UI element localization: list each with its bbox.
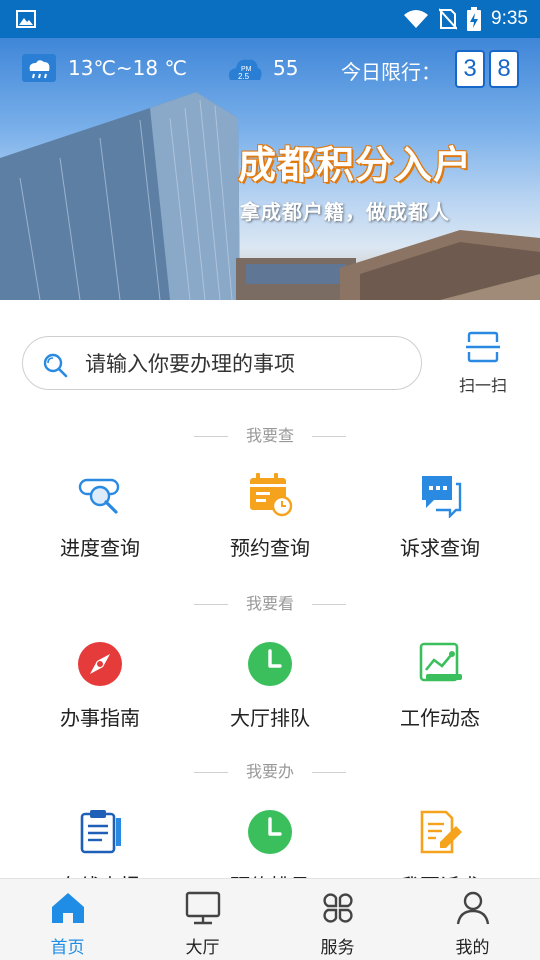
pm-label-bottom: 2.5 bbox=[238, 72, 250, 81]
grid-item-label: 进度查询 bbox=[60, 536, 140, 560]
appointment-calendar-icon bbox=[250, 473, 293, 517]
nav-hall[interactable]: 大厅 bbox=[135, 879, 270, 960]
section-title-query: 我要查 bbox=[0, 422, 540, 446]
progress-search-icon bbox=[78, 478, 120, 514]
work-news-button[interactable]: 工作动态 bbox=[350, 640, 530, 750]
traffic-limit-digit: 3 bbox=[455, 50, 485, 88]
section-title-text: 我要办 bbox=[245, 762, 294, 781]
grid-item-label: 预约查询 bbox=[230, 536, 310, 560]
wifi-icon bbox=[404, 10, 429, 28]
clipboard-icon bbox=[80, 810, 121, 854]
grid-item-label: 工作动态 bbox=[400, 706, 480, 730]
nav-label: 服务 bbox=[320, 938, 355, 958]
appeal-query-button[interactable]: 诉求查询 bbox=[350, 470, 530, 580]
clock-time: 9:35 bbox=[491, 8, 528, 29]
search-icon bbox=[43, 353, 68, 378]
services-grid-icon bbox=[322, 893, 353, 923]
scan-icon bbox=[466, 331, 500, 363]
divider bbox=[312, 772, 346, 773]
nav-label: 我的 bbox=[455, 938, 490, 958]
compass-icon bbox=[78, 642, 122, 686]
grid-item-label: 大厅排队 bbox=[230, 706, 310, 730]
gallery-icon bbox=[16, 10, 36, 28]
promo-banner[interactable]: 13℃~18 ℃ PM 2.5 55 今日限行： 3 8 成都积分入户 拿成都户… bbox=[0, 38, 540, 300]
chat-bubble-icon bbox=[422, 476, 462, 518]
clock-icon bbox=[248, 810, 292, 854]
weather-bar: 13℃~18 ℃ PM 2.5 55 今日限行： 3 8 bbox=[0, 38, 540, 100]
section-title-text: 我要看 bbox=[245, 594, 294, 613]
battery-charging-icon bbox=[467, 7, 482, 31]
temperature-range: 13℃~18 ℃ bbox=[68, 56, 187, 80]
no-sim-icon bbox=[439, 8, 458, 30]
nav-mine[interactable]: 我的 bbox=[405, 879, 540, 960]
search-input[interactable] bbox=[85, 345, 405, 383]
weather-rain-icon bbox=[22, 54, 56, 82]
home-icon bbox=[51, 893, 84, 923]
clock-icon bbox=[248, 642, 292, 686]
search-bar[interactable] bbox=[22, 336, 422, 390]
grid-item-label: 诉求查询 bbox=[400, 536, 480, 560]
traffic-limit-label: 今日限行： bbox=[341, 60, 441, 84]
monitor-icon bbox=[185, 891, 220, 925]
pm25-cloud-icon: PM 2.5 bbox=[228, 59, 262, 81]
status-bar: 9:35 bbox=[0, 0, 540, 38]
nav-label: 首页 bbox=[50, 938, 85, 958]
banner-subtitle: 拿成都户籍，做成都人 bbox=[240, 200, 450, 224]
traffic-limit-digit: 8 bbox=[489, 50, 519, 88]
trend-chart-icon bbox=[419, 642, 462, 682]
edit-document-icon bbox=[420, 810, 462, 854]
appointment-query-button[interactable]: 预约查询 bbox=[180, 470, 360, 580]
divider bbox=[193, 604, 228, 605]
nav-label: 大厅 bbox=[185, 938, 220, 958]
service-guide-button[interactable]: 办事指南 bbox=[10, 640, 190, 750]
hall-queue-button[interactable]: 大厅排队 bbox=[180, 640, 360, 750]
scan-button[interactable]: 扫一扫 bbox=[448, 330, 518, 400]
section-title-view: 我要看 bbox=[0, 590, 540, 614]
divider bbox=[193, 772, 228, 773]
section-title-text: 我要查 bbox=[245, 426, 294, 445]
banner-title: 成都积分入户 bbox=[238, 143, 473, 187]
section-title-handle: 我要办 bbox=[0, 758, 540, 782]
scan-label: 扫一扫 bbox=[458, 376, 507, 395]
bottom-navigation: 首页 大厅 服务 我的 bbox=[0, 878, 540, 960]
aqi-value: 55 bbox=[273, 56, 299, 80]
nav-services[interactable]: 服务 bbox=[270, 879, 405, 960]
divider bbox=[312, 604, 346, 605]
progress-query-button[interactable]: 进度查询 bbox=[10, 470, 190, 580]
user-icon bbox=[456, 891, 489, 925]
divider bbox=[193, 436, 228, 437]
divider bbox=[312, 436, 346, 437]
grid-item-label: 办事指南 bbox=[60, 706, 140, 730]
nav-home[interactable]: 首页 bbox=[0, 879, 135, 960]
